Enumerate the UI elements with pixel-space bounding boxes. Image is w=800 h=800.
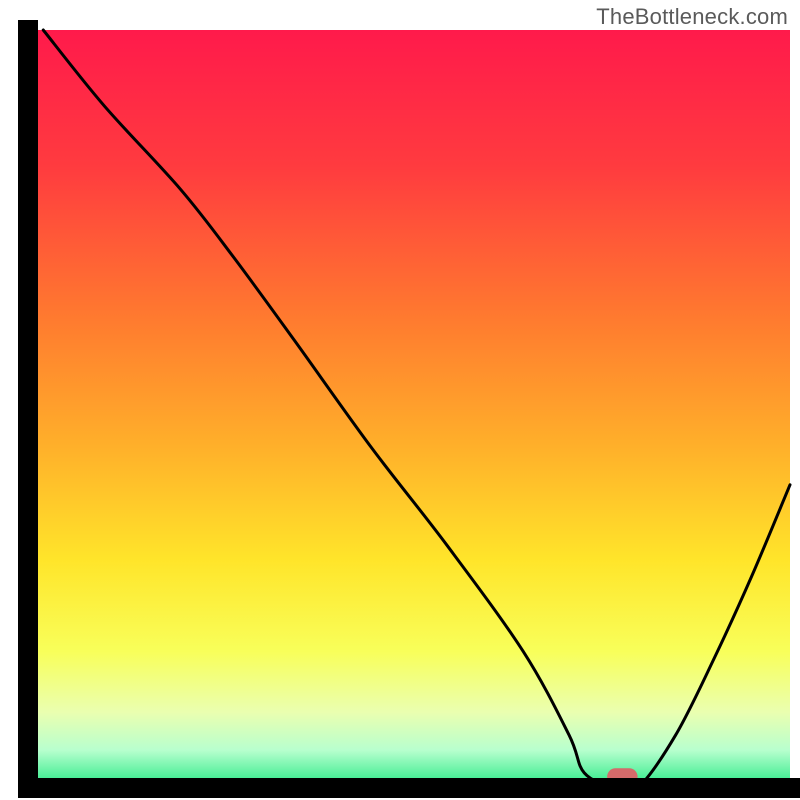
bottleneck-chart bbox=[0, 0, 800, 800]
gradient-background bbox=[28, 30, 790, 788]
chart-container: TheBottleneck.com bbox=[0, 0, 800, 800]
watermark-text: TheBottleneck.com bbox=[596, 4, 788, 30]
